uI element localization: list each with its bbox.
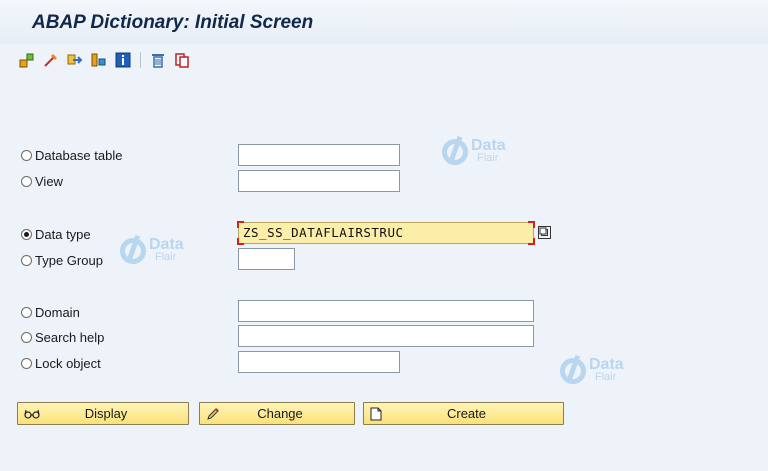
radio-lock-object[interactable] xyxy=(21,357,32,369)
other-object-icon[interactable] xyxy=(18,51,36,69)
watermark-icon xyxy=(442,139,468,165)
radio-database-table[interactable] xyxy=(21,149,32,161)
option-data-type[interactable]: Data type xyxy=(21,225,91,243)
create-button-label: Create xyxy=(446,406,487,421)
copy-icon[interactable] xyxy=(173,51,191,69)
option-view[interactable]: View xyxy=(21,172,63,190)
watermark-logo: Data Flair xyxy=(560,357,624,384)
radio-domain[interactable] xyxy=(21,306,32,318)
label-type-group: Type Group xyxy=(35,252,103,268)
data-type-input[interactable]: ZS_SS_DATAFLAIRSTRUC xyxy=(237,221,535,245)
data-type-value: ZS_SS_DATAFLAIRSTRUC xyxy=(243,225,404,240)
change-button-label: Change xyxy=(257,406,303,421)
check-icon[interactable] xyxy=(66,51,84,69)
glasses-icon xyxy=(18,408,44,420)
radio-search-help[interactable] xyxy=(21,331,32,343)
label-data-type: Data type xyxy=(35,226,91,242)
label-lock-object: Lock object xyxy=(35,355,101,371)
option-domain[interactable]: Domain xyxy=(21,303,80,321)
domain-input[interactable] xyxy=(238,300,534,322)
watermark-icon xyxy=(560,358,586,384)
page-title: ABAP Dictionary: Initial Screen xyxy=(32,12,314,33)
required-marker xyxy=(237,238,244,245)
lock-object-input[interactable] xyxy=(238,351,400,373)
radio-data-type[interactable] xyxy=(21,228,32,240)
activate-icon[interactable] xyxy=(90,51,108,69)
title-bar: ABAP Dictionary: Initial Screen xyxy=(0,0,768,44)
search-help-input[interactable] xyxy=(238,325,534,347)
view-input[interactable] xyxy=(238,170,400,192)
option-lock-object[interactable]: Lock object xyxy=(21,354,101,372)
required-marker xyxy=(528,238,535,245)
toolbar-separator xyxy=(140,52,141,68)
radio-view[interactable] xyxy=(21,175,32,187)
watermark-icon xyxy=(120,238,146,264)
application-toolbar xyxy=(18,48,191,72)
create-button[interactable]: Create xyxy=(363,402,564,425)
change-button[interactable]: Change xyxy=(199,402,355,425)
watermark-logo: Data Flair xyxy=(442,138,506,165)
new-document-icon xyxy=(364,407,390,421)
pencil-icon xyxy=(200,407,226,421)
database-table-input[interactable] xyxy=(238,144,400,166)
label-domain: Domain xyxy=(35,304,80,320)
label-database-table: Database table xyxy=(35,147,123,163)
label-search-help: Search help xyxy=(35,329,105,345)
display-button[interactable]: Display xyxy=(17,402,189,425)
option-search-help[interactable]: Search help xyxy=(21,328,104,346)
where-used-icon[interactable] xyxy=(42,51,60,69)
display-button-label: Display xyxy=(84,406,128,421)
label-view: View xyxy=(35,173,63,189)
delete-icon[interactable] xyxy=(149,51,167,69)
type-group-input[interactable] xyxy=(238,248,295,270)
value-help-icon[interactable] xyxy=(537,225,552,240)
required-marker xyxy=(528,221,535,228)
option-type-group[interactable]: Type Group xyxy=(21,251,103,269)
required-marker xyxy=(237,221,244,228)
radio-type-group[interactable] xyxy=(21,254,32,266)
watermark-logo: Data Flair xyxy=(120,237,184,264)
option-database-table[interactable]: Database table xyxy=(21,146,122,164)
info-icon[interactable] xyxy=(114,51,132,69)
